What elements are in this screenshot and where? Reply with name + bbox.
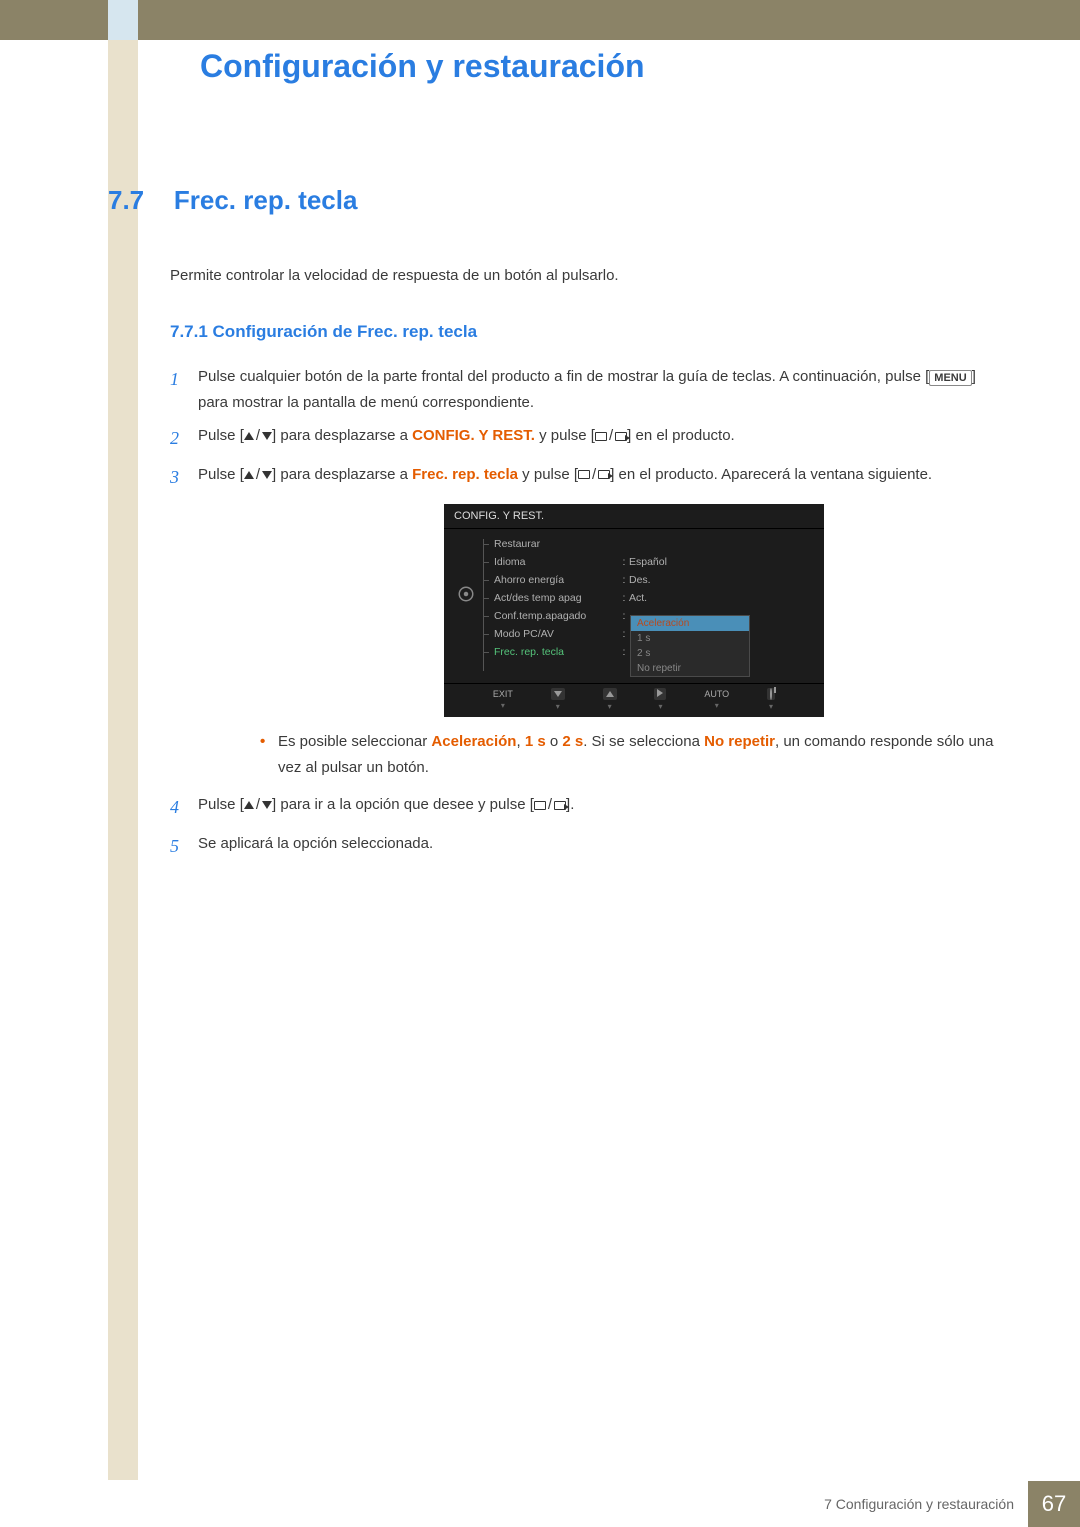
triangle-right-icon (657, 689, 663, 697)
step-body: Pulse cualquier botón de la parte fronta… (198, 364, 1008, 415)
osd-auto-label: AUTO (704, 689, 729, 699)
osd-category-icon (452, 535, 480, 675)
subsection-heading: 7.7.1 Configuración de Frec. rep. tecla (170, 322, 1008, 342)
osd-body: Restaurar Idioma:Español Ahorro energía:… (444, 529, 824, 683)
step-3: 3 Pulse [/] para desplazarse a Frec. rep… (170, 462, 1008, 493)
osd-option-1s: 1 s (631, 631, 749, 646)
osd-down-button: ▾ (551, 688, 565, 711)
step-number: 1 (170, 364, 198, 415)
text-fragment: Pulse cualquier botón de la parte fronta… (198, 368, 929, 385)
osd-label: Restaurar (494, 538, 619, 550)
section-heading: 7.7 Frec. rep. tecla (108, 185, 1008, 216)
step-body: Pulse [/] para desplazarse a Frec. rep. … (198, 462, 1008, 493)
triangle-up-icon (606, 691, 614, 697)
gear-icon (457, 585, 475, 603)
text-fragment: ] en el producto. (627, 427, 735, 444)
select-enter-icon: / (578, 462, 610, 488)
note-bullet: • Es posible seleccionar Aceleración, 1 … (260, 729, 1008, 780)
text-fragment: Pulse [ (198, 466, 244, 483)
osd-right-button: ▾ (654, 688, 666, 711)
osd-row-act-des: Act/des temp apag:Act. (480, 589, 816, 607)
text-fragment: , (516, 733, 524, 750)
option-2s: 2 s (562, 733, 583, 750)
text-fragment: o (546, 733, 563, 750)
menu-target: Frec. rep. tecla (412, 466, 518, 483)
footer-chapter-label: 7 Configuración y restauración (824, 1481, 1028, 1527)
steps-list: 1 Pulse cualquier botón de la parte fron… (170, 364, 1008, 861)
osd-label: Frec. rep. tecla (494, 646, 619, 658)
content-area: 7.7 Frec. rep. tecla Permite controlar l… (108, 185, 1008, 869)
osd-exit-button: EXIT▾ (493, 689, 513, 710)
osd-row-restaurar: Restaurar (480, 535, 816, 553)
text-fragment: Pulse [ (198, 796, 244, 813)
osd-panel: CONFIG. Y REST. Restaurar Idioma:Español… (444, 504, 824, 717)
osd-value: Des. (629, 574, 651, 586)
osd-exit-label: EXIT (493, 689, 513, 699)
osd-label: Act/des temp apag (494, 592, 619, 604)
text-fragment: . Si se selecciona (583, 733, 704, 750)
osd-value: Act. (629, 592, 647, 604)
select-enter-icon: / (534, 792, 566, 818)
triangle-down-icon (554, 691, 562, 697)
section-number: 7.7 (108, 185, 170, 216)
osd-title: CONFIG. Y REST. (444, 504, 824, 529)
text-fragment: y pulse [ (518, 466, 578, 483)
step-number: 3 (170, 462, 198, 493)
osd-label: Idioma (494, 556, 619, 568)
step-1: 1 Pulse cualquier botón de la parte fron… (170, 364, 1008, 415)
header-tab (108, 0, 138, 40)
text-fragment: Es posible seleccionar (278, 733, 431, 750)
step-number: 5 (170, 831, 198, 862)
option-no-repetir: No repetir (704, 733, 775, 750)
step-number: 2 (170, 423, 198, 454)
text-fragment: ] para desplazarse a (272, 466, 412, 483)
step-body: Pulse [/] para ir a la opción que desee … (198, 792, 1008, 823)
osd-row-ahorro: Ahorro energía:Des. (480, 571, 816, 589)
up-down-arrows-icon: / (244, 792, 272, 818)
osd-row-idioma: Idioma:Español (480, 553, 816, 571)
text-fragment: ] para ir a la opción que desee y pulse … (272, 796, 534, 813)
osd-menu-list: Restaurar Idioma:Español Ahorro energía:… (480, 535, 816, 675)
osd-label: Conf.temp.apagado (494, 610, 619, 622)
osd-auto-button: AUTO▾ (704, 689, 729, 710)
up-down-arrows-icon: / (244, 423, 272, 449)
osd-label: Ahorro energía (494, 574, 619, 586)
step-body: Se aplicará la opción seleccionada. (198, 831, 1008, 862)
text-fragment: ] para desplazarse a (272, 427, 412, 444)
bullet-icon: • (260, 729, 278, 780)
page-footer: 7 Configuración y restauración 67 (108, 1481, 1080, 1527)
option-aceleracion: Aceleración (431, 733, 516, 750)
osd-submenu-dropdown: Aceleración 1 s 2 s No repetir (630, 615, 750, 677)
section-title: Frec. rep. tecla (174, 185, 358, 216)
power-icon (770, 688, 772, 700)
intro-paragraph: Permite controlar la velocidad de respue… (170, 264, 1008, 288)
chapter-title: Configuración y restauración (200, 48, 645, 85)
osd-power-button: ▾ (767, 688, 775, 711)
osd-option-2s: 2 s (631, 646, 749, 661)
step-4: 4 Pulse [/] para ir a la opción que dese… (170, 792, 1008, 823)
menu-target: CONFIG. Y REST. (412, 427, 535, 444)
select-enter-icon: / (595, 423, 627, 449)
step-body: Pulse [/] para desplazarse a CONFIG. Y R… (198, 423, 1008, 454)
bullet-text: Es posible seleccionar Aceleración, 1 s … (278, 729, 1008, 780)
osd-footer-buttons: EXIT▾ ▾ ▾ ▾ AUTO▾ ▾ (444, 683, 824, 717)
osd-value: Español (629, 556, 667, 568)
header-bar (0, 0, 1080, 40)
text-fragment: Pulse [ (198, 427, 244, 444)
step-5: 5 Se aplicará la opción seleccionada. (170, 831, 1008, 862)
step-number: 4 (170, 792, 198, 823)
osd-option-aceleracion: Aceleración (631, 616, 749, 631)
step-2: 2 Pulse [/] para desplazarse a CONFIG. Y… (170, 423, 1008, 454)
osd-option-no-repetir: No repetir (631, 661, 749, 676)
text-fragment: y pulse [ (535, 427, 595, 444)
osd-up-button: ▾ (603, 688, 617, 711)
menu-button-label: MENU (929, 370, 971, 386)
text-fragment: ] en el producto. Aparecerá la ventana s… (610, 466, 932, 483)
footer-page-number: 67 (1028, 1481, 1080, 1527)
option-1s: 1 s (525, 733, 546, 750)
up-down-arrows-icon: / (244, 462, 272, 488)
osd-screenshot: CONFIG. Y REST. Restaurar Idioma:Español… (260, 504, 1008, 717)
osd-label: Modo PC/AV (494, 628, 619, 640)
